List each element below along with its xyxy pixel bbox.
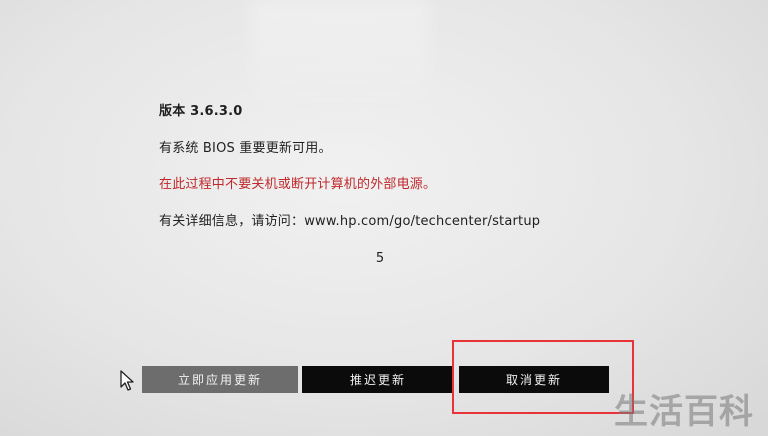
screen-glare [250,0,430,120]
countdown-timer: 5 [375,251,385,266]
version-text: 版本 3.6.3.0 [159,104,243,119]
more-info-text: 有关详细信息，请访问：www.hp.com/go/techcenter/star… [159,214,541,229]
postpone-update-button[interactable]: 推迟更新 [302,366,454,393]
mouse-pointer-icon [120,370,134,391]
power-warning-text: 在此过程中不要关机或断开计算机的外部电源。 [159,177,437,192]
cancel-update-button[interactable]: 取消更新 [459,366,609,393]
apply-update-now-button[interactable]: 立即应用更新 [142,366,298,393]
watermark-text: 生活百科 [614,392,754,432]
update-available-text: 有系统 BIOS 重要更新可用。 [159,141,332,156]
